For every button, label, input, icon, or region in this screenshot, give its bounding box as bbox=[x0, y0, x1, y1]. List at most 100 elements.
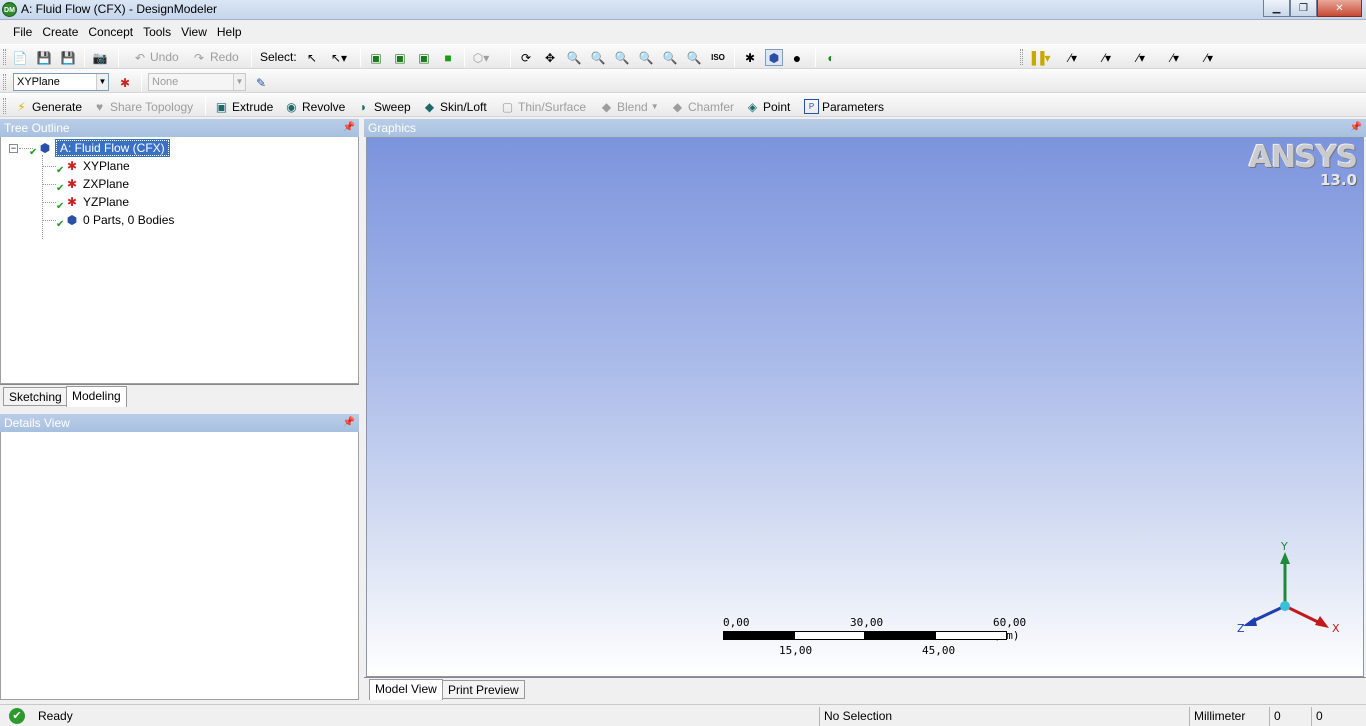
pin-icon[interactable]: 📌 bbox=[343, 414, 355, 432]
line-tool-x-icon[interactable]: ⁄▾ bbox=[1200, 49, 1218, 66]
menu-concept[interactable]: Concept bbox=[83, 21, 138, 43]
menu-file[interactable]: File bbox=[8, 21, 37, 43]
window-title: A: Fluid Flow (CFX) - DesignModeler bbox=[21, 2, 218, 16]
generate-button[interactable]: ⚡ Generate bbox=[14, 98, 82, 115]
axis-x-label: X bbox=[1332, 622, 1340, 635]
tree-item-yzplane[interactable]: ✱ ✔ YZPlane bbox=[56, 193, 129, 212]
plane-icon: ✱ ✔ bbox=[56, 177, 78, 194]
select-edge-icon[interactable]: ▣ bbox=[391, 49, 409, 66]
new-plane-icon[interactable]: ✱ bbox=[116, 74, 134, 91]
point-button[interactable]: ◈ Point bbox=[745, 98, 790, 115]
thin-surface-button[interactable]: ▢ Thin/Surface bbox=[500, 98, 586, 115]
menu-create[interactable]: Create bbox=[37, 21, 83, 43]
tree-item-parts[interactable]: ⬢ ✔ 0 Parts, 0 Bodies bbox=[56, 211, 175, 230]
menu-help[interactable]: Help bbox=[212, 21, 247, 43]
toolbar-grip[interactable] bbox=[3, 49, 6, 65]
line-tool-0-icon[interactable]: ⁄▾ bbox=[1064, 49, 1082, 66]
tab-model-view[interactable]: Model View bbox=[369, 679, 443, 700]
zoom-in-icon[interactable]: 🔍 bbox=[661, 49, 679, 66]
share-topology-button[interactable]: ♥ Share Topology bbox=[92, 98, 193, 115]
window-controls: ▁ ❐ ✕ bbox=[1263, 0, 1362, 18]
look-at-icon[interactable]: ◐ bbox=[822, 49, 840, 66]
tree-item-zxplane[interactable]: ✱ ✔ ZXPlane bbox=[56, 175, 130, 194]
pin-icon[interactable]: 📌 bbox=[343, 119, 355, 137]
details-view bbox=[0, 432, 359, 700]
line-tool-2-icon[interactable]: ⁄▾ bbox=[1132, 49, 1150, 66]
plane-toolbar: XYPlane ▼ ✱ None ▼ ✎ bbox=[0, 69, 1366, 93]
check-icon: ✔ bbox=[56, 219, 65, 230]
new-sketch-icon[interactable]: ✎ bbox=[252, 74, 270, 91]
sketch-select-value: None bbox=[152, 76, 179, 88]
check-icon: ✔ bbox=[29, 147, 38, 158]
tree-tabs: Sketching Modeling bbox=[0, 384, 359, 408]
toolbar-grip[interactable] bbox=[3, 98, 6, 114]
plane-select[interactable]: XYPlane ▼ bbox=[13, 73, 109, 91]
undo-button[interactable]: Undo bbox=[150, 50, 179, 64]
toolbar-grip[interactable] bbox=[1020, 49, 1023, 65]
zoom-fit-icon[interactable]: 🔍 bbox=[613, 49, 631, 66]
minimize-button[interactable]: ▁ bbox=[1263, 0, 1290, 17]
pin-icon[interactable]: 📌 bbox=[1350, 119, 1362, 137]
plane-color-icon[interactable]: ▐▐▾ bbox=[1027, 49, 1050, 66]
sketch-select[interactable]: None ▼ bbox=[148, 73, 246, 91]
select-cursor-icon[interactable]: ↖ bbox=[303, 49, 321, 66]
undo-icon[interactable]: ↶ bbox=[131, 49, 149, 66]
skin-loft-button[interactable]: ◆ Skin/Loft bbox=[422, 98, 487, 115]
tree-item-label: ZXPlane bbox=[83, 177, 130, 191]
zoom-out-icon[interactable]: 🔍 bbox=[685, 49, 703, 66]
chevron-down-icon[interactable]: ▼ bbox=[651, 102, 659, 111]
ansys-logo: ANSYS 13.0 bbox=[1248, 140, 1358, 189]
menu-tools[interactable]: Tools bbox=[138, 21, 176, 43]
save-as-icon[interactable]: 💾 bbox=[59, 49, 77, 66]
new-file-icon[interactable]: 📄 bbox=[11, 49, 29, 66]
sweep-icon: ◗ bbox=[359, 99, 368, 114]
point-icon: ◈ bbox=[747, 99, 758, 114]
extend-selection-icon[interactable]: ⬡▾ bbox=[472, 49, 490, 66]
display-model-icon[interactable]: ⬢ bbox=[765, 49, 783, 66]
revolve-button[interactable]: ◉ Revolve bbox=[284, 98, 345, 115]
close-button[interactable]: ✕ bbox=[1317, 0, 1362, 17]
tab-sketching[interactable]: Sketching bbox=[3, 387, 68, 406]
main-toolbar: 📄 💾 💾 📷 ↶ Undo ↷ Redo Select: ↖ ↖▾ ▣ ▣ ▣… bbox=[0, 44, 1366, 69]
select-body-icon[interactable]: ■ bbox=[439, 49, 457, 66]
select-face-icon[interactable]: ▣ bbox=[415, 49, 433, 66]
zoom-area-icon[interactable]: 🔍 bbox=[637, 49, 655, 66]
line-tool-3-icon[interactable]: ⁄▾ bbox=[1166, 49, 1184, 66]
extrude-button[interactable]: ▣ Extrude bbox=[214, 98, 274, 115]
iso-view-icon[interactable]: ISO bbox=[709, 49, 727, 66]
tree-root[interactable]: ⬢ ✔ A: Fluid Flow (CFX) bbox=[29, 139, 170, 158]
line-tool-1-icon[interactable]: ⁄▾ bbox=[1098, 49, 1116, 66]
save-icon[interactable]: 💾 bbox=[35, 49, 53, 66]
tree-item-label: 0 Parts, 0 Bodies bbox=[83, 213, 175, 227]
select-mode-icon[interactable]: ↖▾ bbox=[330, 49, 348, 66]
zoom-icon[interactable]: 🔍 bbox=[565, 49, 583, 66]
toolbar-grip[interactable] bbox=[3, 74, 6, 90]
graphics-viewport[interactable]: ANSYS 13.0 0,00 30,00 60,00 (mm) 15,00 4… bbox=[366, 137, 1364, 677]
collapse-icon[interactable]: − bbox=[9, 144, 18, 153]
parts-icon: ⬢ ✔ bbox=[56, 213, 78, 230]
logo-brand: ANSYS bbox=[1248, 140, 1358, 175]
triad-icon[interactable]: ✱ bbox=[741, 49, 759, 66]
redo-icon[interactable]: ↷ bbox=[190, 49, 208, 66]
rotate-icon[interactable]: ⟳ bbox=[517, 49, 535, 66]
sweep-button[interactable]: ◗ Sweep bbox=[356, 98, 411, 115]
display-point-icon[interactable]: ● bbox=[788, 49, 806, 66]
status-value-1: 0 bbox=[1269, 707, 1311, 726]
box-zoom-icon[interactable]: 🔍 bbox=[589, 49, 607, 66]
tree-outline: ⬢ ✔ A: Fluid Flow (CFX) ✱ ✔ XYPlane ✱ ✔ ZXP… bbox=[0, 137, 359, 384]
chamfer-button[interactable]: ◆ Chamfer bbox=[670, 98, 734, 115]
status-units[interactable]: Millimeter bbox=[1189, 707, 1269, 726]
pan-icon[interactable]: ✥ bbox=[541, 49, 559, 66]
chevron-down-icon[interactable]: ▼ bbox=[233, 74, 245, 90]
blend-button[interactable]: ◆ Blend ▼ bbox=[599, 98, 659, 115]
tab-modeling[interactable]: Modeling bbox=[66, 386, 127, 407]
parameters-button[interactable]: P Parameters bbox=[804, 98, 884, 115]
menu-view[interactable]: View bbox=[176, 21, 212, 43]
screenshot-icon[interactable]: 📷 bbox=[91, 49, 109, 66]
select-point-icon[interactable]: ▣ bbox=[367, 49, 385, 66]
redo-button[interactable]: Redo bbox=[210, 50, 239, 64]
chevron-down-icon[interactable]: ▼ bbox=[96, 74, 108, 90]
tab-print-preview[interactable]: Print Preview bbox=[442, 680, 525, 699]
tree-item-xyplane[interactable]: ✱ ✔ XYPlane bbox=[56, 157, 130, 176]
restore-button[interactable]: ❐ bbox=[1290, 0, 1317, 17]
